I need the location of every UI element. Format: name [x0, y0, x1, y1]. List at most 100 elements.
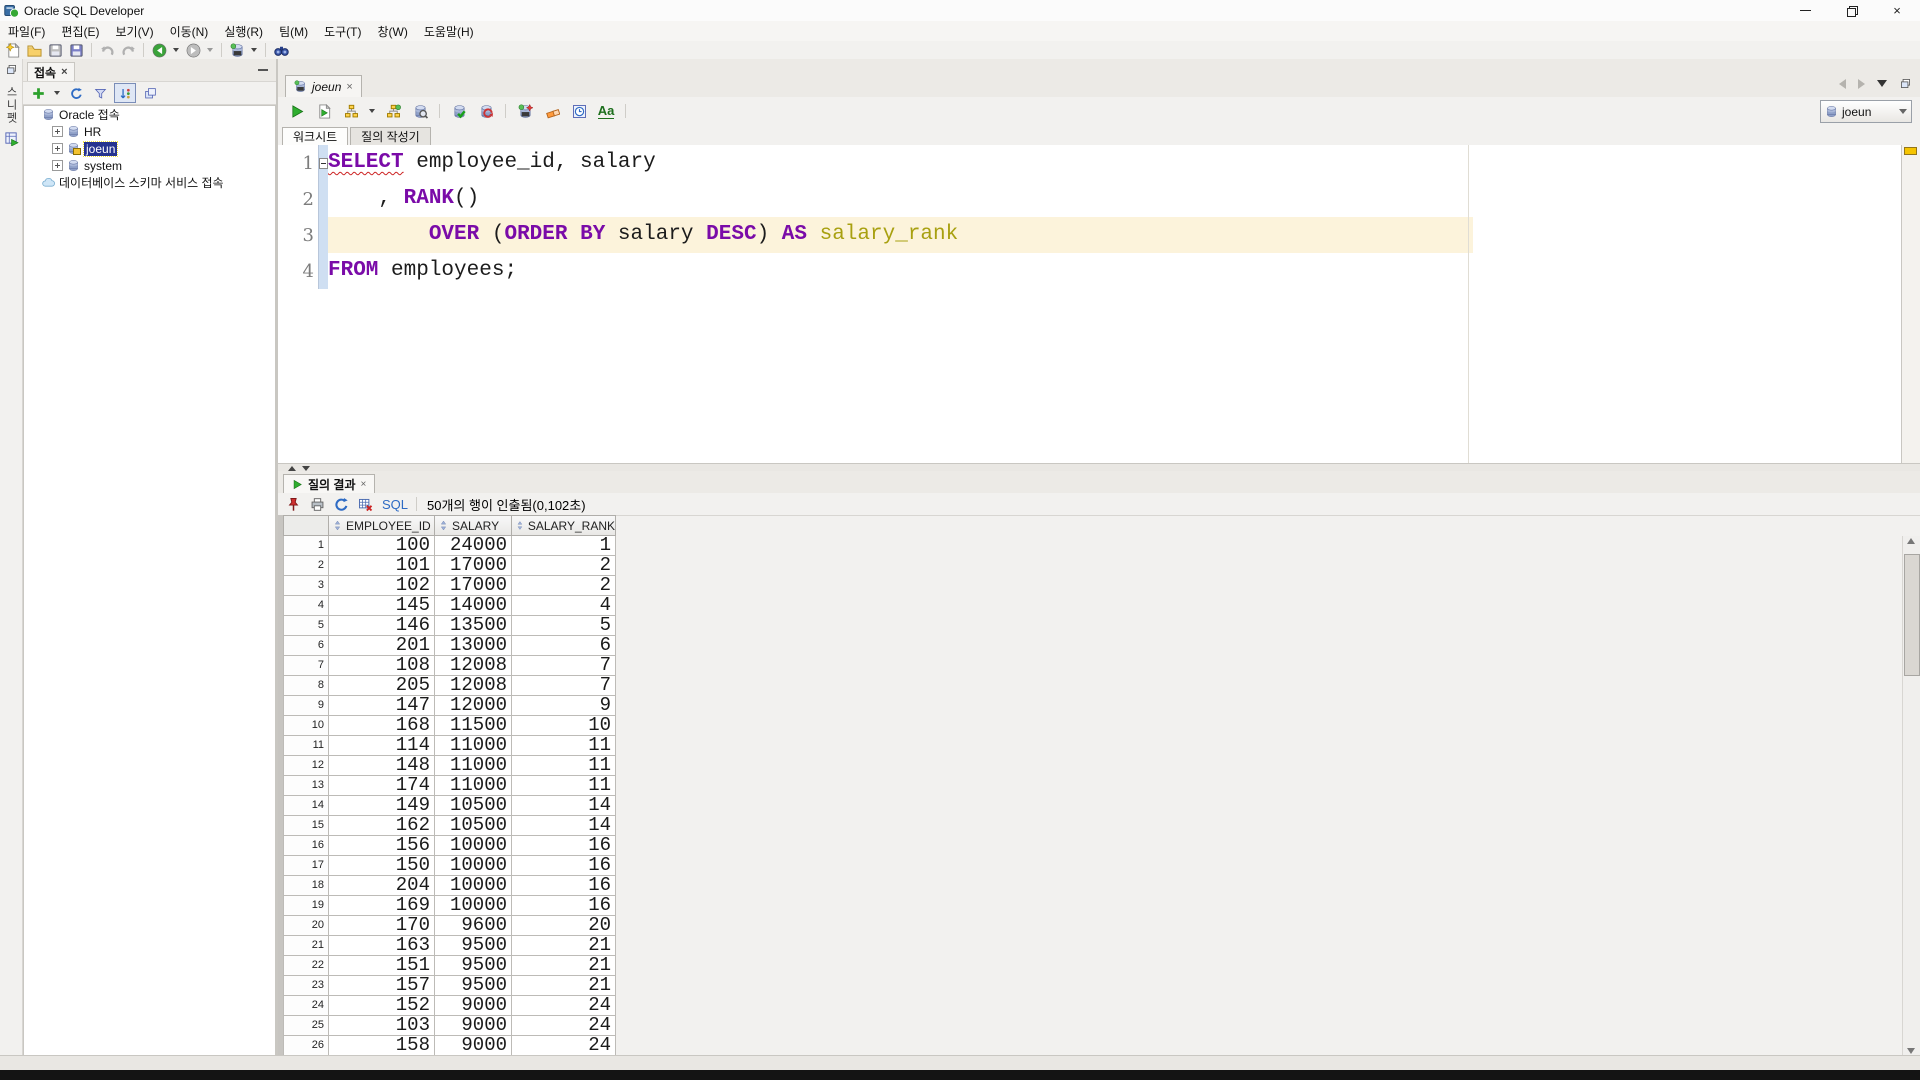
- tree-item-joeun[interactable]: joeun: [24, 140, 275, 157]
- table-cell[interactable]: 4: [512, 596, 616, 616]
- explain-plan-dropdown-arrow[interactable]: [369, 109, 375, 113]
- save-all-button[interactable]: [67, 42, 85, 58]
- restore-panel-icon[interactable]: [5, 63, 18, 76]
- row-number-cell[interactable]: 2: [283, 556, 329, 576]
- menu-run[interactable]: 실행(R): [216, 21, 271, 42]
- table-cell[interactable]: 152: [329, 996, 435, 1016]
- table-cell[interactable]: 14: [512, 816, 616, 836]
- table-cell[interactable]: 108: [329, 656, 435, 676]
- table-cell[interactable]: 11500: [435, 716, 512, 736]
- table-cell[interactable]: 11: [512, 776, 616, 796]
- print-button[interactable]: [308, 496, 326, 512]
- table-cell[interactable]: 11: [512, 736, 616, 756]
- row-number-cell[interactable]: 12: [283, 756, 329, 776]
- minimize-button[interactable]: [1782, 0, 1828, 21]
- table-cell[interactable]: 10500: [435, 816, 512, 836]
- new-connection-button[interactable]: [28, 84, 48, 102]
- row-number-cell[interactable]: 10: [283, 716, 329, 736]
- row-number-cell[interactable]: 16: [283, 836, 329, 856]
- scroll-up-icon[interactable]: [1907, 538, 1915, 544]
- close-icon[interactable]: ×: [346, 81, 352, 93]
- table-cell[interactable]: 10500: [435, 796, 512, 816]
- run-script-button[interactable]: [313, 100, 335, 122]
- table-cell[interactable]: 24: [512, 1016, 616, 1036]
- run-statement-button[interactable]: [286, 100, 308, 122]
- open-file-button[interactable]: [25, 42, 43, 58]
- refresh-button[interactable]: [66, 84, 86, 102]
- table-cell[interactable]: 9000: [435, 996, 512, 1016]
- sql-history-button[interactable]: [568, 100, 590, 122]
- filter-button[interactable]: [90, 84, 110, 102]
- sort-button[interactable]: [114, 83, 136, 103]
- table-cell[interactable]: 16: [512, 856, 616, 876]
- table-cell[interactable]: 156: [329, 836, 435, 856]
- row-number-cell[interactable]: 15: [283, 816, 329, 836]
- table-cell[interactable]: 151: [329, 956, 435, 976]
- change-case-button[interactable]: Aa: [595, 100, 617, 122]
- table-cell[interactable]: 170: [329, 916, 435, 936]
- row-number-cell[interactable]: 7: [283, 656, 329, 676]
- table-cell[interactable]: 11000: [435, 776, 512, 796]
- table-cell[interactable]: 20: [512, 916, 616, 936]
- menu-team[interactable]: 팀(M): [271, 21, 316, 42]
- sort-indicator-icon[interactable]: [332, 520, 343, 531]
- show-sql-button[interactable]: SQL: [380, 497, 410, 512]
- new-connection-dropdown-arrow[interactable]: [54, 91, 60, 95]
- table-cell[interactable]: 149: [329, 796, 435, 816]
- table-cell[interactable]: 2: [512, 556, 616, 576]
- results-vertical-scrollbar[interactable]: [1902, 536, 1920, 1056]
- table-cell[interactable]: 17000: [435, 556, 512, 576]
- sql-code-editor[interactable]: 1SELECT employee_id, salary2 , RANK()3 O…: [278, 145, 1920, 463]
- row-number-cell[interactable]: 24: [283, 996, 329, 1016]
- sort-indicator-icon[interactable]: [515, 520, 525, 531]
- collapse-all-button[interactable]: [140, 84, 160, 102]
- row-number-cell[interactable]: 18: [283, 876, 329, 896]
- delete-result-button[interactable]: [356, 496, 374, 512]
- table-cell[interactable]: 10000: [435, 856, 512, 876]
- table-cell[interactable]: 14000: [435, 596, 512, 616]
- back-dropdown-arrow[interactable]: [173, 48, 179, 52]
- table-cell[interactable]: 163: [329, 936, 435, 956]
- table-cell[interactable]: 11000: [435, 736, 512, 756]
- row-number-cell[interactable]: 14: [283, 796, 329, 816]
- row-number-cell[interactable]: 11: [283, 736, 329, 756]
- table-cell[interactable]: 6: [512, 636, 616, 656]
- table-cell[interactable]: 21: [512, 956, 616, 976]
- tab-list-icon[interactable]: [1877, 80, 1887, 87]
- sql-tuning-button[interactable]: [409, 100, 431, 122]
- table-cell[interactable]: 1: [512, 536, 616, 556]
- forward-button[interactable]: [184, 42, 202, 58]
- table-cell[interactable]: 12000: [435, 696, 512, 716]
- row-number-cell[interactable]: 26: [283, 1036, 329, 1056]
- table-cell[interactable]: 17000: [435, 576, 512, 596]
- table-cell[interactable]: 9: [512, 696, 616, 716]
- connection-selector[interactable]: joeun: [1820, 100, 1912, 123]
- table-cell[interactable]: 12008: [435, 676, 512, 696]
- tab-worksheet[interactable]: 워크시트: [282, 127, 348, 145]
- table-cell[interactable]: 174: [329, 776, 435, 796]
- annotation-marker[interactable]: [1904, 147, 1917, 155]
- expand-icon[interactable]: [52, 143, 63, 154]
- table-cell[interactable]: 16: [512, 896, 616, 916]
- row-number-cell[interactable]: 19: [283, 896, 329, 916]
- table-cell[interactable]: 9600: [435, 916, 512, 936]
- table-cell[interactable]: 9500: [435, 976, 512, 996]
- commit-button[interactable]: [448, 100, 470, 122]
- tab-connections[interactable]: 접속 ×: [27, 62, 75, 81]
- table-cell[interactable]: 7: [512, 676, 616, 696]
- table-cell[interactable]: 9500: [435, 956, 512, 976]
- explain-plan-button[interactable]: [340, 100, 362, 122]
- forward-dropdown-arrow[interactable]: [207, 48, 213, 52]
- table-cell[interactable]: 9000: [435, 1016, 512, 1036]
- search-button[interactable]: [272, 42, 290, 58]
- scroll-tabs-left-icon[interactable]: [1839, 79, 1846, 89]
- code-fold-icon[interactable]: [319, 158, 328, 169]
- row-number-cell[interactable]: 3: [283, 576, 329, 596]
- menu-window[interactable]: 창(W): [370, 21, 416, 42]
- refresh-result-button[interactable]: [332, 496, 350, 512]
- expand-icon[interactable]: [52, 126, 63, 137]
- splitter-down-icon[interactable]: [302, 466, 310, 471]
- row-number-cell[interactable]: 22: [283, 956, 329, 976]
- table-cell[interactable]: 102: [329, 576, 435, 596]
- table-cell[interactable]: 10000: [435, 896, 512, 916]
